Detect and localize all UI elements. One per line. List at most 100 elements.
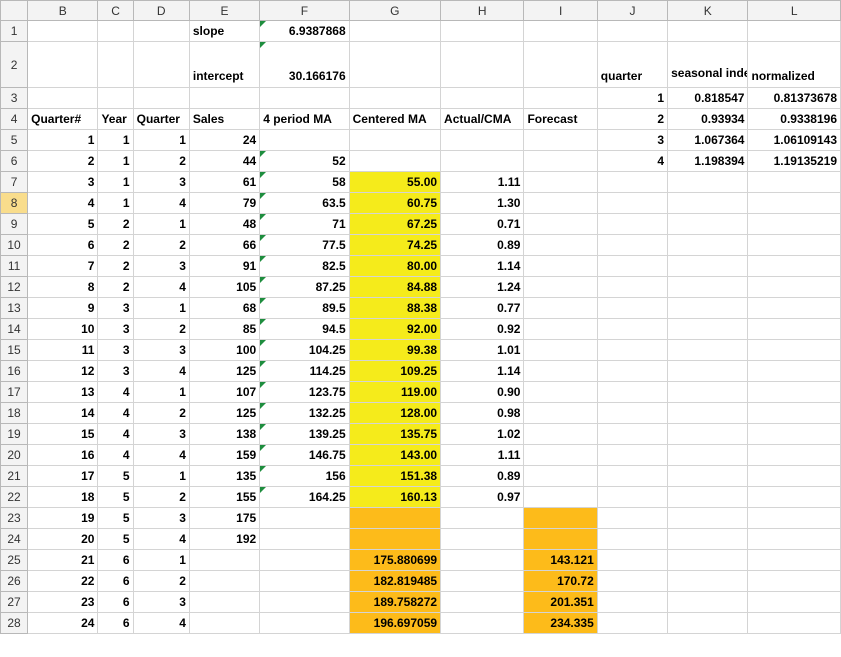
cell-g11[interactable]: 80.00: [348, 255, 442, 277]
cell-b7[interactable]: 3: [27, 171, 99, 193]
cell-f14[interactable]: 94.5: [259, 318, 350, 340]
cell-h6[interactable]: [440, 150, 525, 172]
cell-k18[interactable]: [667, 402, 749, 424]
cell-f5[interactable]: [259, 129, 350, 151]
cell-e21[interactable]: 135: [188, 465, 261, 487]
row-header[interactable]: 24: [0, 528, 29, 550]
cell-b1[interactable]: [27, 20, 99, 42]
cell-f27[interactable]: [259, 591, 350, 613]
cell-k23[interactable]: [667, 507, 749, 529]
cell-i18[interactable]: [523, 402, 598, 424]
cell-k9[interactable]: [667, 213, 749, 235]
cell-i12[interactable]: [523, 276, 598, 298]
cell-b13[interactable]: 9: [27, 297, 99, 319]
cell-e4[interactable]: Sales: [188, 108, 261, 130]
cell-j20[interactable]: [596, 444, 669, 466]
cell-l26[interactable]: [747, 570, 841, 592]
cell-f1[interactable]: 6.9387868: [259, 20, 350, 42]
cell-i3[interactable]: [523, 87, 598, 109]
cell-h2[interactable]: [440, 41, 525, 88]
cell-d3[interactable]: [132, 87, 190, 109]
cell-k22[interactable]: [667, 486, 749, 508]
cell-c19[interactable]: 4: [97, 423, 134, 445]
cell-c24[interactable]: 5: [97, 528, 134, 550]
cell-c10[interactable]: 2: [97, 234, 134, 256]
cell-b20[interactable]: 16: [27, 444, 99, 466]
cell-f11[interactable]: 82.5: [259, 255, 350, 277]
cell-k6[interactable]: 1.198394: [667, 150, 749, 172]
cell-k28[interactable]: [667, 612, 749, 634]
cell-f12[interactable]: 87.25: [259, 276, 350, 298]
cell-l6[interactable]: 1.19135219: [747, 150, 841, 172]
cell-h16[interactable]: 1.14: [440, 360, 525, 382]
cell-c13[interactable]: 3: [97, 297, 134, 319]
cell-l12[interactable]: [747, 276, 841, 298]
cell-e5[interactable]: 24: [188, 129, 261, 151]
cell-l28[interactable]: [747, 612, 841, 634]
cell-c28[interactable]: 6: [97, 612, 134, 634]
select-all-corner[interactable]: [0, 0, 29, 21]
cell-f15[interactable]: 104.25: [259, 339, 350, 361]
cell-h8[interactable]: 1.30: [440, 192, 525, 214]
cell-h12[interactable]: 1.24: [440, 276, 525, 298]
cell-h7[interactable]: 1.11: [440, 171, 525, 193]
cell-h24[interactable]: [440, 528, 525, 550]
cell-f28[interactable]: [259, 612, 350, 634]
cell-b16[interactable]: 12: [27, 360, 99, 382]
cell-l4[interactable]: 0.9338196: [747, 108, 841, 130]
cell-j7[interactable]: [596, 171, 669, 193]
row-header[interactable]: 6: [0, 150, 29, 172]
cell-e27[interactable]: [188, 591, 261, 613]
cell-i6[interactable]: [523, 150, 598, 172]
cell-j3[interactable]: 1: [596, 87, 669, 109]
cell-g22[interactable]: 160.13: [348, 486, 442, 508]
cell-h10[interactable]: 0.89: [440, 234, 525, 256]
cell-h25[interactable]: [440, 549, 525, 571]
cell-k11[interactable]: [667, 255, 749, 277]
cell-h9[interactable]: 0.71: [440, 213, 525, 235]
cell-g1[interactable]: [348, 20, 442, 42]
cell-h21[interactable]: 0.89: [440, 465, 525, 487]
cell-h23[interactable]: [440, 507, 525, 529]
cell-c12[interactable]: 2: [97, 276, 134, 298]
cell-b26[interactable]: 22: [27, 570, 99, 592]
cell-i19[interactable]: [523, 423, 598, 445]
cell-g18[interactable]: 128.00: [348, 402, 442, 424]
cell-b23[interactable]: 19: [27, 507, 99, 529]
cell-i21[interactable]: [523, 465, 598, 487]
cell-k27[interactable]: [667, 591, 749, 613]
cell-b24[interactable]: 20: [27, 528, 99, 550]
cell-d11[interactable]: 3: [132, 255, 190, 277]
cell-j22[interactable]: [596, 486, 669, 508]
cell-l3[interactable]: 0.81373678: [747, 87, 841, 109]
cell-e12[interactable]: 105: [188, 276, 261, 298]
cell-d16[interactable]: 4: [132, 360, 190, 382]
cell-d25[interactable]: 1: [132, 549, 190, 571]
cell-k17[interactable]: [667, 381, 749, 403]
row-header[interactable]: 13: [0, 297, 29, 319]
cell-i24[interactable]: [523, 528, 598, 550]
cell-j23[interactable]: [596, 507, 669, 529]
cell-l23[interactable]: [747, 507, 841, 529]
cell-e3[interactable]: [188, 87, 261, 109]
cell-j19[interactable]: [596, 423, 669, 445]
cell-b14[interactable]: 10: [27, 318, 99, 340]
cell-c18[interactable]: 4: [97, 402, 134, 424]
cell-e7[interactable]: 61: [188, 171, 261, 193]
cell-e20[interactable]: 159: [188, 444, 261, 466]
cell-b18[interactable]: 14: [27, 402, 99, 424]
row-header[interactable]: 12: [0, 276, 29, 298]
cell-f24[interactable]: [259, 528, 350, 550]
cell-h22[interactable]: 0.97: [440, 486, 525, 508]
row-header[interactable]: 7: [0, 171, 29, 193]
cell-h13[interactable]: 0.77: [440, 297, 525, 319]
cell-d27[interactable]: 3: [132, 591, 190, 613]
cell-j14[interactable]: [596, 318, 669, 340]
row-header[interactable]: 25: [0, 549, 29, 571]
cell-j15[interactable]: [596, 339, 669, 361]
cell-l8[interactable]: [747, 192, 841, 214]
cell-e26[interactable]: [188, 570, 261, 592]
cell-f2[interactable]: 30.166176: [259, 41, 350, 88]
cell-e17[interactable]: 107: [188, 381, 261, 403]
cell-c5[interactable]: 1: [97, 129, 134, 151]
